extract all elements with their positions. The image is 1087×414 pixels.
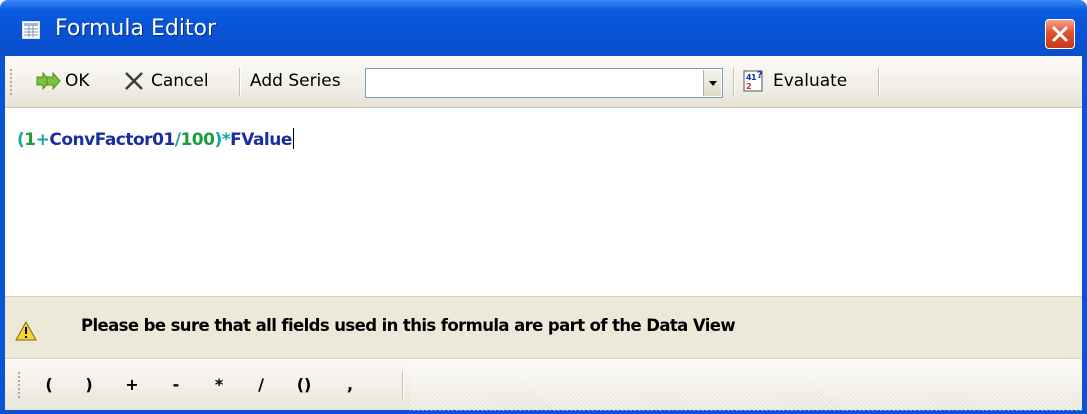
operator-multiply-button[interactable]: * xyxy=(205,373,233,397)
svg-text:?: ? xyxy=(757,70,763,81)
text-caret xyxy=(292,128,294,149)
operator-open-paren-button[interactable]: ( xyxy=(35,373,63,397)
formula-token: 100 xyxy=(180,130,215,150)
warning-message: Please be sure that all fields used in t… xyxy=(81,316,736,335)
toolbar-separator xyxy=(878,68,880,96)
cancel-label: Cancel xyxy=(151,71,209,91)
window-title: Formula Editor xyxy=(55,16,217,41)
svg-text:2: 2 xyxy=(746,82,752,91)
operator-separator xyxy=(402,371,404,399)
formula-editor-window: Formula Editor OK Cancel Add Series 4 1 … xyxy=(0,0,1087,414)
formula-token: ConvFactor01 xyxy=(49,130,175,150)
toolbar: OK Cancel Add Series 4 1 2 ? Evaluate xyxy=(5,56,1082,108)
operator-plus-button[interactable]: + xyxy=(118,373,146,397)
chevron-down-icon[interactable] xyxy=(703,70,721,96)
calculator-icon: 4 1 2 ? xyxy=(743,70,763,92)
operator-parens-button[interactable]: () xyxy=(290,373,318,397)
formula-token: + xyxy=(35,130,50,150)
editor-client-area: OK Cancel Add Series 4 1 2 ? Evaluate (1… xyxy=(5,56,1082,411)
operator-comma-button[interactable]: , xyxy=(336,373,364,397)
ok-button[interactable]: OK xyxy=(35,64,90,98)
operator-divide-button[interactable]: / xyxy=(247,373,275,397)
formula-input[interactable]: (1+ConvFactor01/100)*FValue xyxy=(5,108,1082,296)
toolbar-separator xyxy=(733,68,735,96)
formula-token: FValue xyxy=(230,130,292,150)
formula-token: 1 xyxy=(24,130,36,150)
warning-bar: Please be sure that all fields used in t… xyxy=(5,296,1082,358)
series-combo[interactable] xyxy=(365,68,723,98)
double-arrow-icon xyxy=(36,72,61,90)
evaluate-label: Evaluate xyxy=(773,71,848,91)
formula-text: (1+ConvFactor01/100)*FValue xyxy=(17,128,294,150)
title-bar[interactable]: Formula Editor xyxy=(0,0,1087,56)
evaluate-button[interactable]: 4 1 2 ? Evaluate xyxy=(741,64,847,98)
add-series-text: Add Series xyxy=(250,71,341,91)
operator-minus-button[interactable]: - xyxy=(162,373,190,397)
cancel-button[interactable]: Cancel xyxy=(123,64,209,98)
close-icon xyxy=(1052,26,1068,42)
close-button[interactable] xyxy=(1045,19,1075,49)
ok-label: OK xyxy=(65,71,90,91)
operator-close-paren-button[interactable]: ) xyxy=(75,373,103,397)
formula-token: )* xyxy=(214,130,231,150)
toolbar-grip[interactable] xyxy=(10,68,12,96)
toolbar-background xyxy=(410,359,1082,411)
warning-icon xyxy=(15,321,37,341)
table-icon xyxy=(22,21,40,39)
x-icon xyxy=(125,72,143,90)
toolbar-separator xyxy=(239,68,241,96)
operator-toolbar-grip[interactable] xyxy=(18,371,20,399)
operator-toolbar: ( ) + - * / () , xyxy=(5,358,1082,411)
add-series-label: Add Series xyxy=(250,64,341,98)
